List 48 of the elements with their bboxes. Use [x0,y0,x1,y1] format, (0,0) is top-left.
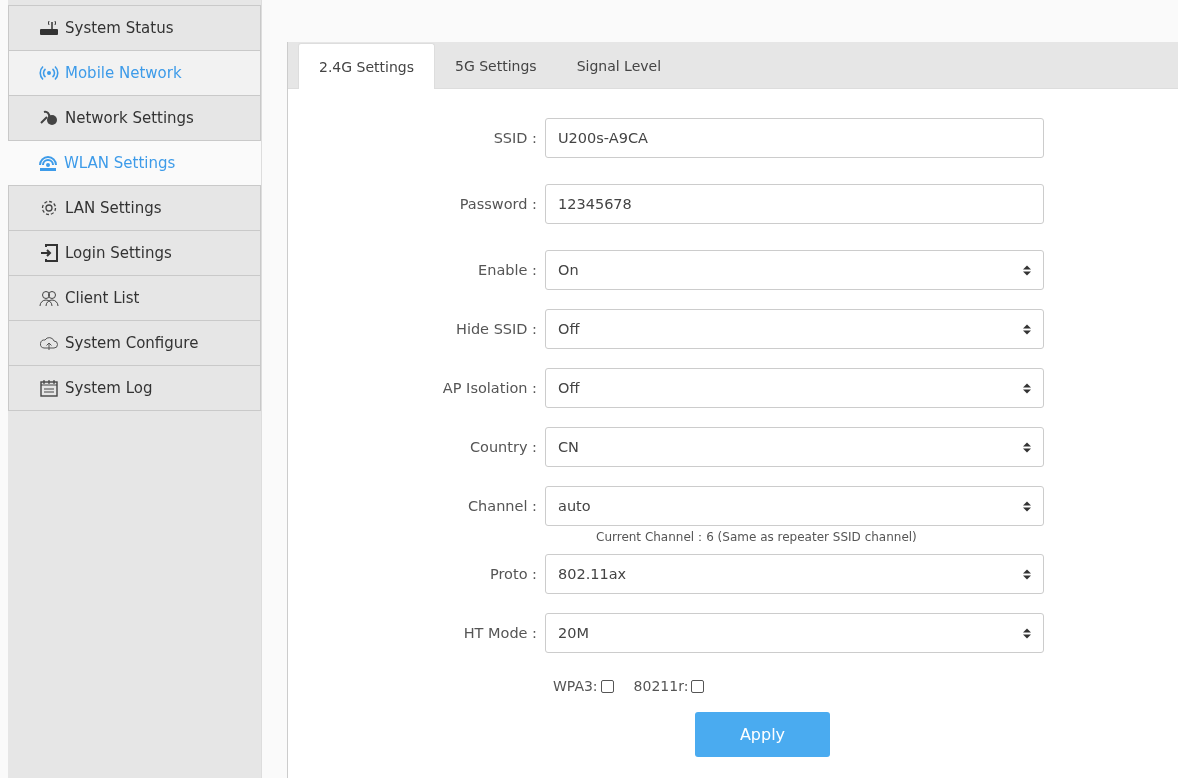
field-label: AP Isolation : [441,380,538,396]
field-label: HT Mode : [462,625,538,641]
sidebar-item[interactable]: LAN Settings [8,186,261,231]
gear-icon [39,199,59,217]
checkbox[interactable] [691,679,705,693]
field-label: Hide SSID : [455,321,538,337]
sidebar-item[interactable]: Login Settings [8,231,261,276]
calendar-icon [39,379,59,397]
field-label: Password : [458,196,538,212]
checkbox[interactable] [600,679,614,693]
dropdown[interactable]: Off [545,309,1044,349]
users-icon [39,289,59,307]
dropdown[interactable]: On [545,250,1044,290]
dropdown[interactable]: 20M [545,613,1044,653]
wifi-icon [38,154,58,172]
sort-arrows-icon [1023,264,1031,276]
sidebar-item[interactable]: Network Settings [8,96,261,141]
sort-arrows-icon [1023,323,1031,335]
cloud-upload-icon [39,334,59,352]
text-field[interactable]: 12345678 [545,184,1044,224]
field-label: SSID : [492,130,538,146]
sort-arrows-icon [1023,382,1031,394]
checkbox-label: 80211r: [633,678,689,694]
tab[interactable]: Signal Level [556,44,682,88]
field-label: Country : [468,439,538,455]
field-label: Enable : [477,262,538,278]
dropdown[interactable]: Off [545,368,1044,408]
dropdown[interactable]: 802.11ax [545,554,1044,594]
sidebar-item[interactable]: Client List [8,276,261,321]
text-field[interactable]: U200s-A9CA [545,118,1044,158]
checkbox-label: WPA3: [553,678,598,694]
sidebar-item[interactable]: System Status [8,5,261,51]
tab[interactable]: 2.4G Settings [298,43,435,89]
login-icon [39,244,59,262]
hint-text: Current Channel：6 (Same as repeater SSID channel) [596,529,918,546]
field-label: Channel : [466,498,538,514]
sort-arrows-icon [1023,500,1031,512]
tab[interactable]: 5G Settings [435,44,557,88]
sort-arrows-icon [1023,568,1031,580]
dropdown[interactable]: CN [545,427,1044,467]
sort-arrows-icon [1023,441,1031,453]
sidebar-item[interactable]: System Log [8,366,261,411]
router-icon [39,19,59,37]
dropdown[interactable]: auto [545,486,1044,526]
field-label: Proto : [488,566,538,582]
sidebar-item[interactable]: System Configure [8,321,261,366]
signal-icon [39,64,59,82]
sort-arrows-icon [1023,627,1031,639]
